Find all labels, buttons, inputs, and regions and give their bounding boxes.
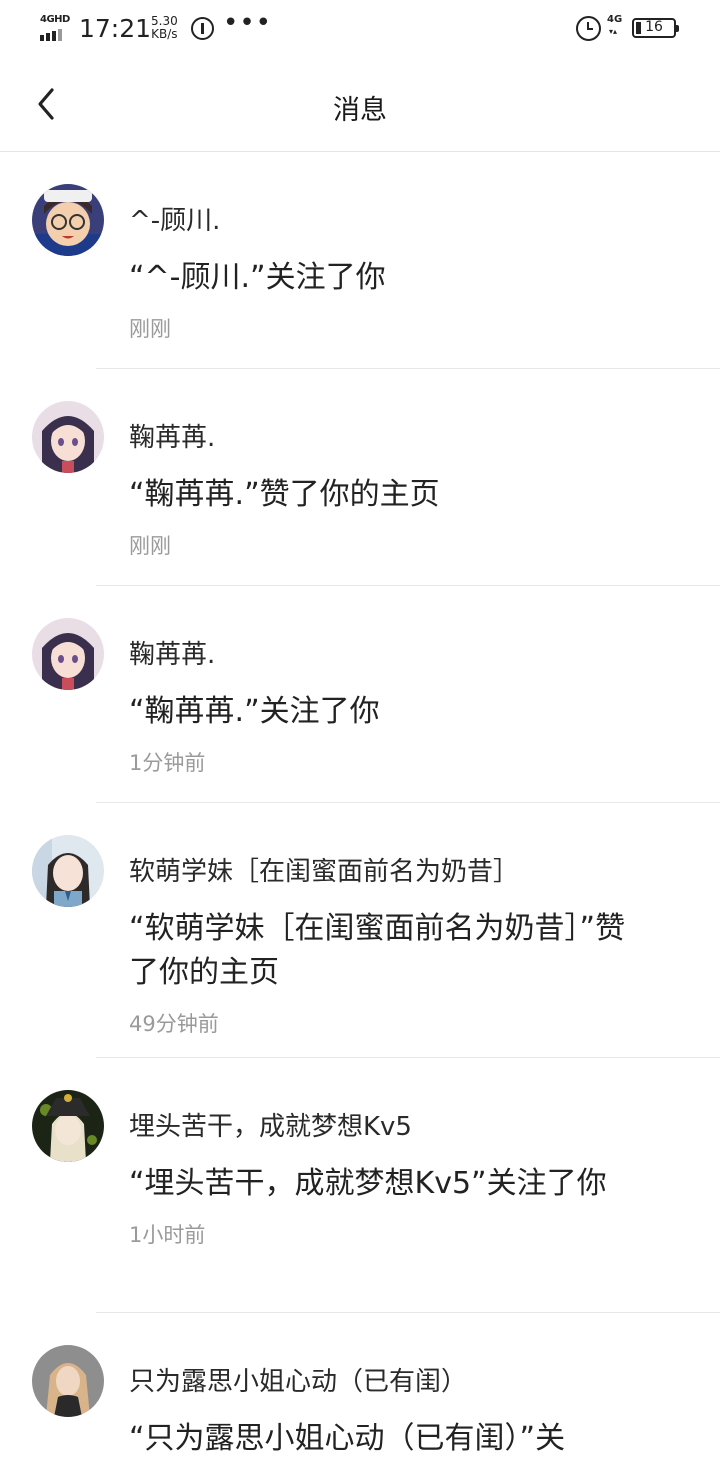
signal-icon: 4GHD <box>40 14 70 41</box>
message-text: “只为露思小姐心动（已有闺）”关 <box>129 1421 566 1456</box>
message-text: “软萌学妹［在闺蜜面前名为奶昔］”赞了你的主页 <box>129 911 626 990</box>
clock: 17:21 <box>79 14 152 43</box>
status-bar: 4GHD 17:21 5.30 KB/s ••• 4G ▾▴ 16 <box>0 0 720 58</box>
more-notifications-icon: ••• <box>223 8 273 38</box>
list-item[interactable]: 软萌学妹［在闺蜜面前名为奶昔］ “软萌学妹［在闺蜜面前名为奶昔］”赞了你的主页 … <box>0 803 720 1058</box>
list-item[interactable]: 只为露思小姐心动（已有闺） “只为露思小姐心动（已有闺）”关 <box>0 1313 720 1473</box>
message-time: 1小时前 <box>129 1223 206 1247</box>
list-item[interactable]: 鞠苒苒. “鞠苒苒.”关注了你 1分钟前 <box>0 586 720 803</box>
message-text: “鞠苒苒.”赞了你的主页 <box>129 477 440 512</box>
message-text: “^-顾川.”关注了你 <box>129 260 386 295</box>
user-name[interactable]: 鞠苒苒. <box>129 419 640 457</box>
header: 消息 <box>0 58 720 152</box>
user-name[interactable]: ^-顾川. <box>129 202 640 240</box>
avatar[interactable] <box>32 1090 104 1162</box>
message-list: ^-顾川. “^-顾川.”关注了你 刚刚 鞠苒苒. “鞠苒苒.”赞了你的主页 刚… <box>0 152 720 1473</box>
network-speed: 5.30 KB/s <box>151 15 178 41</box>
user-name[interactable]: 软萌学妹［在闺蜜面前名为奶昔］ <box>129 853 640 891</box>
list-item[interactable]: 埋头苦干，成就梦想Kv5 “埋头苦干，成就梦想Kv5”关注了你 1小时前 <box>0 1058 720 1313</box>
message-time: 1分钟前 <box>129 751 206 775</box>
avatar[interactable] <box>32 618 104 690</box>
list-item[interactable]: 鞠苒苒. “鞠苒苒.”赞了你的主页 刚刚 <box>0 369 720 586</box>
user-name[interactable]: 只为露思小姐心动（已有闺） <box>129 1363 640 1401</box>
page-title: 消息 <box>333 95 387 126</box>
speed-unit: KB/s <box>151 27 178 41</box>
avatar[interactable] <box>32 835 104 907</box>
battery-level: 16 <box>645 19 663 35</box>
message-time: 49分钟前 <box>129 1012 219 1036</box>
avatar[interactable] <box>32 1345 104 1417</box>
data-saver-icon <box>191 17 214 40</box>
user-name[interactable]: 鞠苒苒. <box>129 636 640 674</box>
avatar[interactable] <box>32 184 104 256</box>
message-time: 刚刚 <box>129 317 171 341</box>
message-time: 刚刚 <box>129 534 171 558</box>
alarm-icon <box>576 16 601 41</box>
network-type: 4GHD <box>40 14 70 25</box>
data-arrows-icon: ▾▴ <box>609 27 618 36</box>
message-text: “鞠苒苒.”关注了你 <box>129 694 380 729</box>
list-item[interactable]: ^-顾川. “^-顾川.”关注了你 刚刚 <box>0 152 720 369</box>
battery-icon: 16 <box>632 18 679 38</box>
message-text: “埋头苦干，成就梦想Kv5”关注了你 <box>129 1166 607 1201</box>
avatar[interactable] <box>32 401 104 473</box>
mobile-network-type: 4G <box>607 14 623 25</box>
user-name[interactable]: 埋头苦干，成就梦想Kv5 <box>129 1108 640 1146</box>
